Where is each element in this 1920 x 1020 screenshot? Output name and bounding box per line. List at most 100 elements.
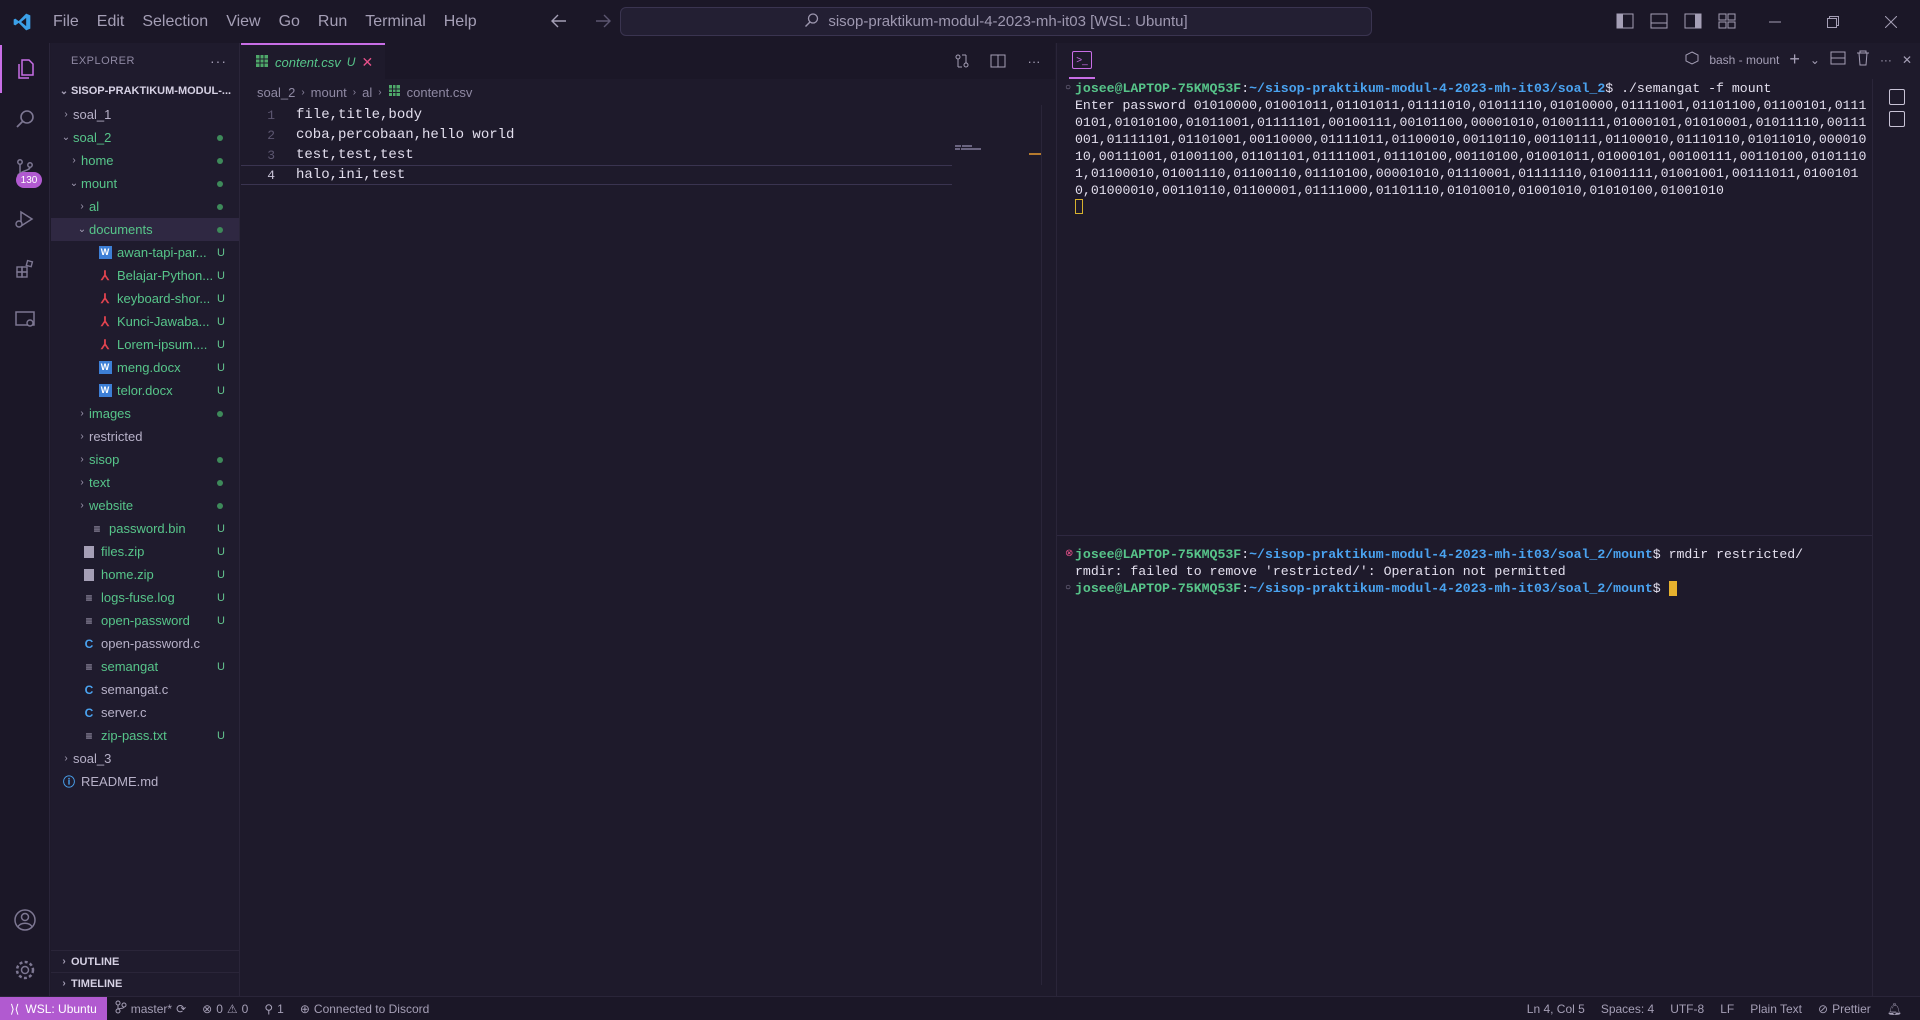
menu-view[interactable]: View (217, 0, 269, 43)
tree-item[interactable]: › soal_1 (51, 103, 239, 126)
tree-item[interactable]: ⌄ documents (51, 218, 239, 241)
command-error-decoration-icon[interactable]: ⊗ (1065, 546, 1075, 563)
chevron-down-icon[interactable]: ⌄ (1810, 53, 1820, 67)
tree-item[interactable]: Csemangat.c (51, 678, 239, 701)
git-branch[interactable]: master* ⟳ (107, 1000, 194, 1017)
ports-indicator[interactable]: ⚲ 1 (256, 1002, 291, 1016)
menu-file[interactable]: File (44, 0, 88, 43)
tree-item[interactable]: › sisop (51, 448, 239, 471)
tree-item[interactable]: ⅄ Belajar-Python... U (51, 264, 239, 287)
kill-terminal-icon[interactable] (1856, 50, 1870, 69)
tree-item[interactable]: files.zip U (51, 540, 239, 563)
back-arrow-icon[interactable] (548, 9, 570, 33)
outline-section[interactable]: › OUTLINE (51, 950, 240, 972)
breadcrumb-item[interactable]: al (362, 85, 372, 100)
forward-arrow-icon[interactable] (592, 9, 614, 33)
tree-item[interactable]: Cserver.c (51, 701, 239, 724)
tree-item[interactable]: Copen-password.c (51, 632, 239, 655)
menu-terminal[interactable]: Terminal (356, 0, 434, 43)
tree-item[interactable]: home.zip U (51, 563, 239, 586)
breadcrumb-item[interactable]: mount (311, 85, 347, 100)
minimize-icon[interactable] (1746, 0, 1804, 43)
editor-scrollbar[interactable] (1041, 105, 1055, 985)
settings-gear-icon[interactable] (0, 946, 50, 994)
tree-item[interactable]: ≡ password.bin U (51, 517, 239, 540)
workspace-root[interactable]: ⌄ SISOP-PRAKTIKUM-MODUL-... (51, 79, 239, 103)
code-area[interactable]: 1 file,title,body 2 coba,percobaan,hello… (241, 105, 1055, 185)
command-decoration-icon[interactable]: ○ (1065, 580, 1075, 597)
close-tab-icon[interactable]: ✕ (361, 54, 373, 71)
more-actions-icon[interactable]: ··· (1023, 49, 1045, 73)
tree-item[interactable]: Wmeng.docx U (51, 356, 239, 379)
pane-divider[interactable] (1057, 535, 1872, 536)
tree-item[interactable]: Wawan-tapi-par... U (51, 241, 239, 264)
tree-item[interactable]: › restricted (51, 425, 239, 448)
timeline-section[interactable]: › TIMELINE (51, 972, 240, 994)
restore-icon[interactable] (1804, 0, 1862, 43)
split-editor-icon[interactable] (987, 49, 1009, 73)
prettier-status[interactable]: ⊘ Prettier (1810, 1002, 1879, 1016)
remote-explorer-icon[interactable] (0, 295, 50, 343)
tree-item[interactable]: ≡ logs-fuse.log U (51, 586, 239, 609)
more-actions-icon[interactable]: ··· (1880, 53, 1892, 67)
tree-item[interactable]: ≡ zip-pass.txt U (51, 724, 239, 747)
tree-item[interactable]: ⅄ keyboard-shor... U (51, 287, 239, 310)
language-mode[interactable]: Plain Text (1742, 1002, 1810, 1016)
encoding[interactable]: UTF-8 (1662, 1002, 1712, 1016)
breadcrumb-item[interactable]: soal_2 (257, 85, 295, 100)
terminal-tab-label[interactable]: bash - mount (1709, 53, 1779, 67)
more-actions-icon[interactable]: ··· (210, 53, 227, 69)
tree-item[interactable]: › home (51, 149, 239, 172)
new-terminal-icon[interactable]: + (1789, 49, 1800, 70)
explorer-icon[interactable] (0, 45, 50, 93)
close-window-icon[interactable] (1862, 0, 1920, 43)
extensions-icon[interactable] (0, 245, 50, 293)
sync-icon[interactable]: ⟳ (176, 1002, 186, 1016)
source-control-icon[interactable]: 130 (0, 145, 50, 193)
run-debug-icon[interactable] (0, 195, 50, 243)
problems-indicator[interactable]: ⊗ 0 ⚠ 0 (194, 1002, 256, 1016)
tree-item[interactable]: › al (51, 195, 239, 218)
end-of-line[interactable]: LF (1712, 1002, 1742, 1016)
tree-item[interactable]: › soal_3 (51, 747, 239, 770)
cursor-position[interactable]: Ln 4, Col 5 (1519, 1002, 1593, 1016)
search-icon[interactable] (0, 95, 50, 143)
tab-content-csv[interactable]: content.csv U ✕ (241, 43, 386, 79)
open-changes-icon[interactable] (951, 49, 973, 73)
notifications-bell-icon[interactable]: 🔔︎ (1879, 1002, 1910, 1016)
discord-status[interactable]: ⊕ Connected to Discord (292, 1002, 437, 1016)
terminal-instance-icon[interactable] (1889, 89, 1905, 105)
command-center-search[interactable]: sisop-praktikum-modul-4-2023-mh-it03 [WS… (620, 7, 1372, 36)
close-panel-icon[interactable]: ✕ (1902, 53, 1912, 67)
menu-go[interactable]: Go (270, 0, 309, 43)
tree-item[interactable]: ≡ semangat U (51, 655, 239, 678)
tree-item[interactable]: › website (51, 494, 239, 517)
tree-item[interactable]: ≡ open-password U (51, 609, 239, 632)
tree-item[interactable]: › text (51, 471, 239, 494)
toggle-panel-icon[interactable] (1648, 9, 1670, 33)
minimap[interactable] (955, 144, 985, 152)
toggle-secondary-sidebar-icon[interactable] (1682, 9, 1704, 33)
terminal-pane-1[interactable]: ○ josee@LAPTOP-75KMQ53F:~/sisop-praktiku… (1057, 80, 1872, 214)
command-decoration-icon[interactable]: ○ (1065, 80, 1075, 97)
split-terminal-icon[interactable] (1830, 50, 1846, 69)
tree-item[interactable]: › images (51, 402, 239, 425)
tree-item[interactable]: ⅄ Kunci-Jawaba... U (51, 310, 239, 333)
tree-item[interactable]: Wtelor.docx U (51, 379, 239, 402)
menu-selection[interactable]: Selection (133, 0, 217, 43)
menu-edit[interactable]: Edit (88, 0, 134, 43)
toggle-sidebar-icon[interactable] (1614, 9, 1636, 33)
breadcrumb-item[interactable]: content.csv (407, 85, 473, 100)
terminal-instance-icon[interactable] (1889, 111, 1905, 127)
terminal-icon[interactable]: >_ (1072, 51, 1092, 69)
remote-indicator[interactable]: ⟩⟨ WSL: Ubuntu (0, 996, 107, 1020)
account-icon[interactable] (0, 896, 50, 944)
tree-item[interactable]: ⌄ mount (51, 172, 239, 195)
tree-item[interactable]: ⓘ README.md (51, 770, 239, 793)
tree-item[interactable]: ⌄ soal_2 (51, 126, 239, 149)
terminal-pane-2[interactable]: ⊗ josee@LAPTOP-75KMQ53F:~/sisop-praktiku… (1057, 546, 1872, 597)
indentation[interactable]: Spaces: 4 (1593, 1002, 1662, 1016)
menu-run[interactable]: Run (309, 0, 356, 43)
customize-layout-icon[interactable] (1716, 9, 1738, 33)
menu-help[interactable]: Help (435, 0, 486, 43)
